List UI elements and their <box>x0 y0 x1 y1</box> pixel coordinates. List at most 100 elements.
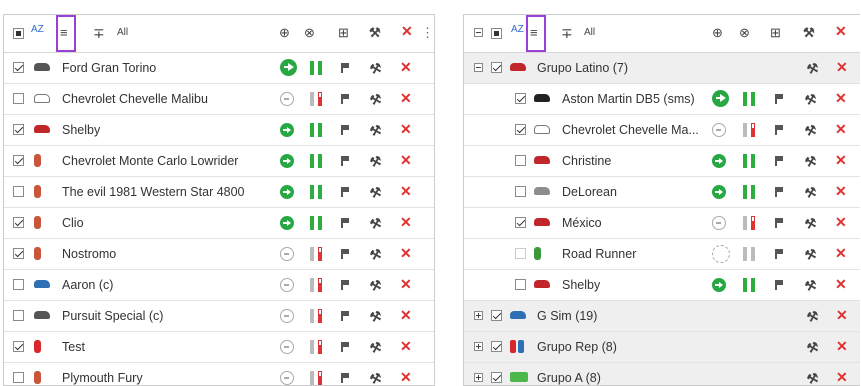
list-item[interactable]: México ⚒ ✕ <box>464 208 860 239</box>
row-checkbox[interactable] <box>13 93 24 104</box>
list-item[interactable]: Chevrolet Monte Carlo Lowrider ⚒ ✕ <box>4 146 434 177</box>
delete-icon[interactable]: ✕ <box>835 152 847 169</box>
flag-icon[interactable] <box>775 249 783 259</box>
wrench-icon[interactable]: ⚒ <box>803 215 818 233</box>
flag-icon[interactable] <box>775 94 783 104</box>
delete-icon[interactable]: ✕ <box>836 338 848 355</box>
flag-icon[interactable] <box>341 63 349 73</box>
wrench-icon[interactable]: ⚒ <box>368 184 383 202</box>
flag-icon[interactable] <box>341 342 349 352</box>
wrench-icon[interactable]: ⚒ <box>805 339 820 357</box>
row-checkbox[interactable] <box>13 124 24 135</box>
flag-icon[interactable] <box>775 187 783 197</box>
list-item[interactable]: Pursuit Special (c) ⚒ ✕ <box>4 301 434 332</box>
wrench-icon[interactable]: ⚒ <box>368 215 383 233</box>
wrench-icon[interactable]: ⚒ <box>368 277 383 295</box>
delete-icon[interactable]: ✕ <box>400 121 412 138</box>
row-checkbox[interactable] <box>13 217 24 228</box>
group-row[interactable]: G Sim (19) ⚒ ✕ <box>464 301 860 332</box>
sort-az-icon[interactable]: AZ <box>31 24 44 35</box>
list-item[interactable]: Shelby ⚒ ✕ <box>4 115 434 146</box>
delete-icon[interactable]: ✕ <box>836 307 848 324</box>
list-item[interactable]: Ford Gran Torino ⚒ ✕ <box>4 53 434 84</box>
delete-icon[interactable]: ✕ <box>835 245 847 262</box>
wrench-icon[interactable]: ⚒ <box>803 184 818 202</box>
list-item[interactable]: Clio ⚒ ✕ <box>4 208 434 239</box>
list-item[interactable]: Christine ⚒ ✕ <box>464 146 860 177</box>
add-flag-icon[interactable]: ⊞ <box>770 25 781 41</box>
row-checkbox[interactable] <box>515 279 526 290</box>
route-icon[interactable]: ⊕ <box>712 25 723 41</box>
list-item[interactable]: Shelby ⚒ ✕ <box>464 270 860 301</box>
delete-icon[interactable]: ✕ <box>400 59 412 76</box>
expand-icon[interactable] <box>474 311 483 320</box>
delete-icon[interactable]: ✕ <box>836 59 848 76</box>
wrench-icon[interactable]: ⚒ <box>803 25 815 41</box>
group-checkbox[interactable] <box>491 310 502 321</box>
wrench-icon[interactable]: ⚒ <box>803 91 818 109</box>
wrench-icon[interactable]: ⚒ <box>368 122 383 140</box>
flag-icon[interactable] <box>341 187 349 197</box>
row-checkbox[interactable] <box>13 248 24 259</box>
row-checkbox[interactable] <box>13 341 24 352</box>
wrench-icon[interactable]: ⚒ <box>803 122 818 140</box>
select-all-checkbox[interactable] <box>13 28 24 39</box>
row-checkbox[interactable] <box>515 248 526 259</box>
flag-icon[interactable] <box>341 373 349 383</box>
row-checkbox[interactable] <box>515 93 526 104</box>
delete-icon[interactable]: ✕ <box>400 307 412 324</box>
flag-icon[interactable] <box>775 125 783 135</box>
wrench-icon[interactable]: ⚒ <box>368 60 383 78</box>
delete-icon[interactable]: ✕ <box>835 183 847 200</box>
list-item[interactable]: Nostromo ⚒ ✕ <box>4 239 434 270</box>
group-row[interactable]: Grupo Latino (7) ⚒ ✕ <box>464 53 860 84</box>
delete-icon[interactable]: ✕ <box>835 121 847 138</box>
row-checkbox[interactable] <box>515 155 526 166</box>
delete-icon[interactable]: ✕ <box>400 276 412 293</box>
more-icon[interactable]: ⋮ <box>421 25 434 41</box>
row-checkbox[interactable] <box>515 186 526 197</box>
group-checkbox[interactable] <box>491 341 502 352</box>
add-flag-icon[interactable]: ⊞ <box>338 25 349 41</box>
wrench-icon[interactable]: ⚒ <box>803 246 818 264</box>
list-item[interactable]: Chevrolet Chevelle Malibu ⚒ ✕ <box>4 84 434 115</box>
delete-icon[interactable]: ✕ <box>401 23 413 40</box>
collapse-icon[interactable] <box>474 63 483 72</box>
route-icon[interactable]: ⊕ <box>279 25 290 41</box>
flag-icon[interactable] <box>341 94 349 104</box>
delete-icon[interactable]: ✕ <box>835 90 847 107</box>
delete-icon[interactable]: ✕ <box>400 90 412 107</box>
delete-icon[interactable]: ✕ <box>400 245 412 262</box>
wrench-icon[interactable]: ⚒ <box>803 277 818 295</box>
row-checkbox[interactable] <box>13 279 24 290</box>
list-view-icon[interactable]: ≡ <box>60 25 68 40</box>
delete-icon[interactable]: ✕ <box>400 214 412 231</box>
group-row[interactable]: Grupo Rep (8) ⚒ ✕ <box>464 332 860 363</box>
wrench-icon[interactable]: ⚒ <box>368 339 383 357</box>
list-item[interactable]: Test ⚒ ✕ <box>4 332 434 363</box>
list-view-icon[interactable]: ≡ <box>530 25 538 40</box>
radar-icon[interactable]: ⊗ <box>739 25 750 41</box>
wrench-icon[interactable]: ⚒ <box>805 308 820 326</box>
wrench-icon[interactable]: ⚒ <box>368 246 383 264</box>
show-all-icon[interactable]: All <box>584 27 595 38</box>
show-all-icon[interactable]: All <box>117 27 128 38</box>
list-item[interactable]: The evil 1981 Western Star 4800 ⚒ ✕ <box>4 177 434 208</box>
wrench-icon[interactable]: ⚒ <box>369 25 381 41</box>
expand-filter-icon[interactable]: ∓ <box>561 25 573 42</box>
flag-icon[interactable] <box>341 249 349 259</box>
flag-icon[interactable] <box>341 156 349 166</box>
flag-icon[interactable] <box>775 156 783 166</box>
flag-icon[interactable] <box>775 280 783 290</box>
wrench-icon[interactable]: ⚒ <box>368 308 383 326</box>
group-checkbox[interactable] <box>491 62 502 73</box>
list-item[interactable]: DeLorean ⚒ ✕ <box>464 177 860 208</box>
flag-icon[interactable] <box>341 218 349 228</box>
delete-icon[interactable]: ✕ <box>835 276 847 293</box>
select-all-checkbox[interactable] <box>491 28 502 39</box>
row-checkbox[interactable] <box>13 155 24 166</box>
group-row[interactable]: Grupo A (8) ⚒ ✕ <box>464 363 860 385</box>
delete-icon[interactable]: ✕ <box>835 214 847 231</box>
collapse-all-icon[interactable] <box>474 28 483 37</box>
expand-filter-icon[interactable]: ∓ <box>93 25 105 42</box>
